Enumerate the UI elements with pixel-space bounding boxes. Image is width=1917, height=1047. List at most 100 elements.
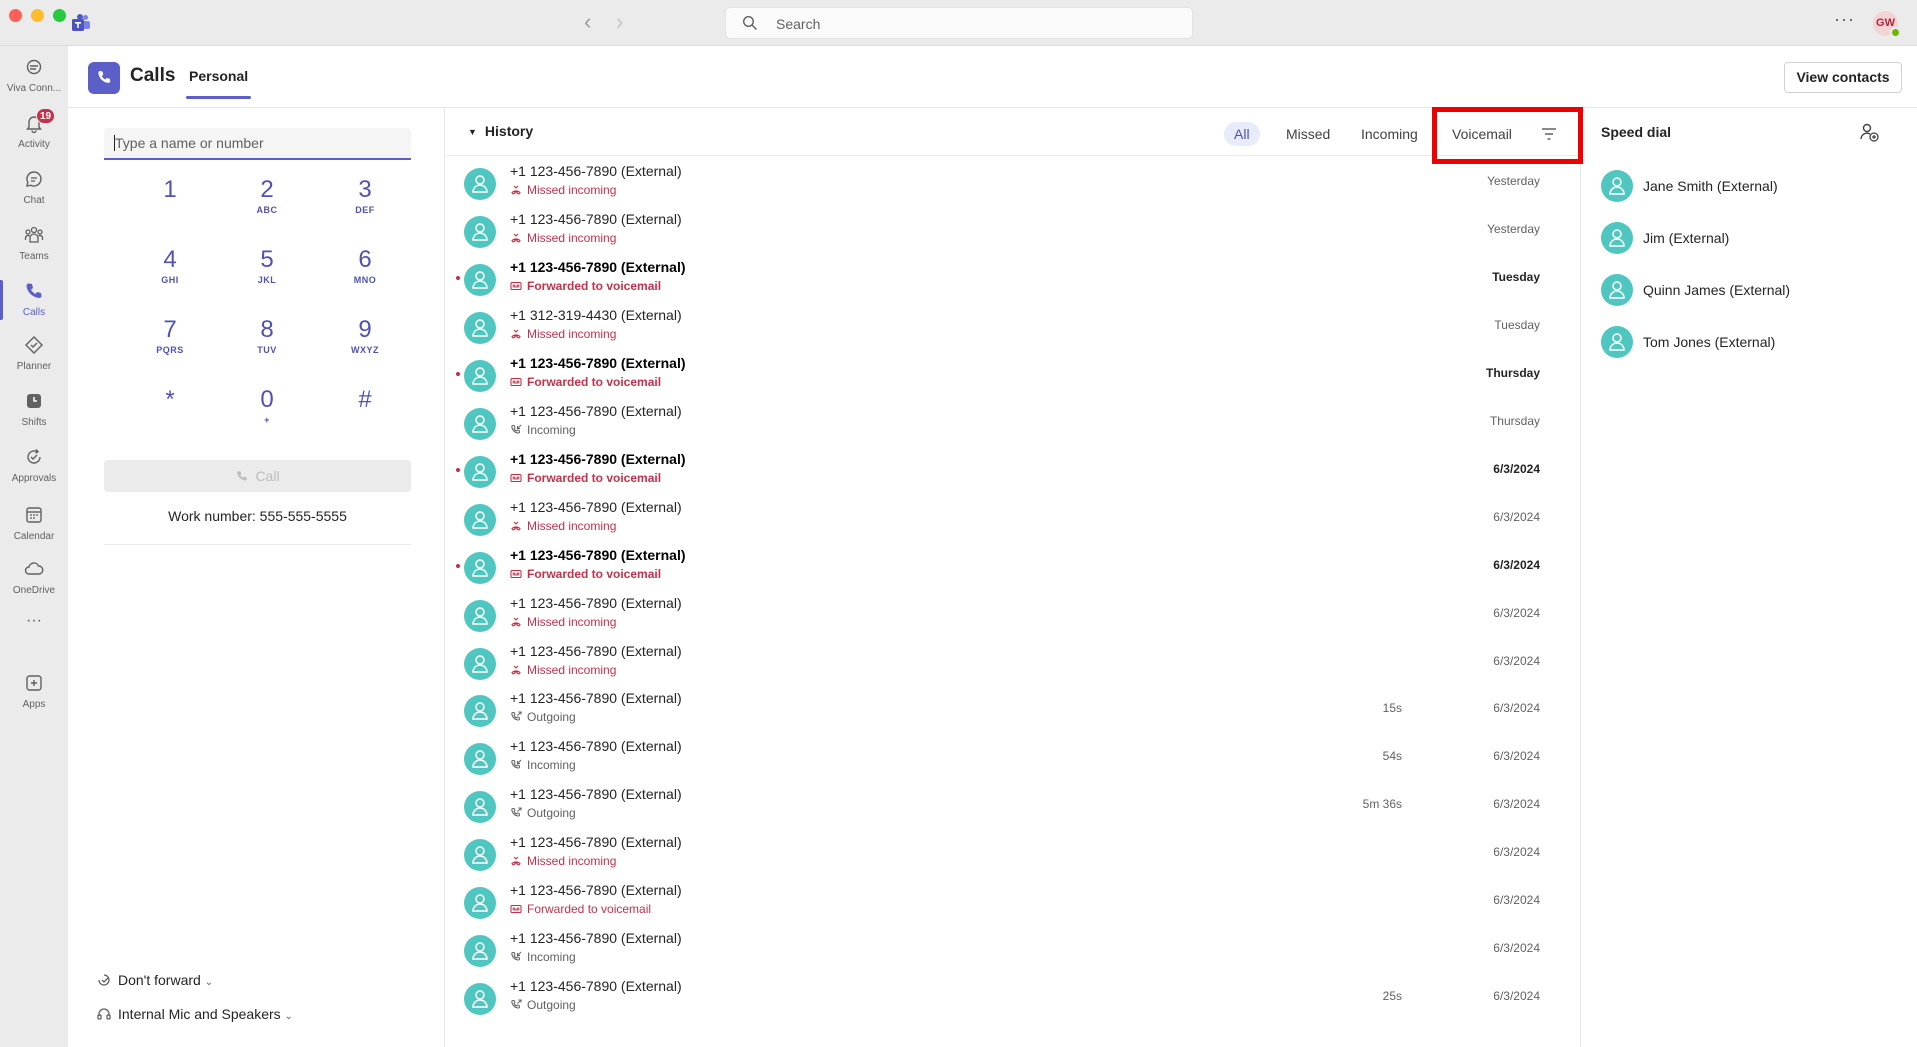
unread-dot-icon [456,275,460,280]
call-history-row[interactable]: +1 312-319-4430 (External) Missed incomin… [446,302,1580,350]
rail-item-apps[interactable]: Apps [0,666,68,720]
contact-avatar [464,551,496,584]
tab-personal[interactable]: Personal [185,68,252,99]
call-date: 6/3/2024 [1493,461,1540,476]
dial-key[interactable]: 4 GHI [130,246,210,286]
add-contact-icon[interactable] [1857,120,1881,144]
missed-call-icon [511,617,521,627]
dial-key[interactable]: 8 TUV [227,316,307,356]
filter-missed[interactable]: Missed [1286,122,1330,146]
call-history-row[interactable]: +1 123-456-7890 (External) Incoming 54s 6/3… [446,733,1580,781]
caller-name: +1 123-456-7890 (External) [510,210,682,227]
dial-key-number: * [165,386,175,413]
filter-voicemail[interactable]: Voicemail [1452,122,1512,146]
call-history-row[interactable]: +1 123-456-7890 (External) Missed incomin… [446,494,1580,542]
dial-key-number: 5 [260,246,274,273]
more-options-button[interactable]: ··· [1834,9,1855,30]
call-history-row[interactable]: +1 123-456-7890 (External) Missed incomin… [446,590,1580,638]
dial-key[interactable]: * [130,386,210,414]
calls-app-icon [88,62,120,94]
dial-key[interactable]: 7 PQRS [130,316,210,356]
call-status-text: Missed incoming [527,662,617,677]
call-history-row[interactable]: +1 123-456-7890 (External) Missed incomin… [446,158,1580,206]
call-history-row[interactable]: +1 123-456-7890 (External) Forwarded to v… [446,877,1580,925]
maximize-window-button[interactable] [53,9,66,22]
dial-key[interactable]: 5 JKL [227,246,307,286]
contact-avatar [464,407,496,440]
call-date: 6/3/2024 [1493,989,1540,1004]
caller-name: +1 312-319-4430 (External) [510,306,682,323]
rail-item-activity[interactable]: 19 Activity [0,106,68,160]
rail-item-chat[interactable]: Chat [0,162,68,216]
back-arrow-icon[interactable]: ‹ [584,10,591,34]
call-status: Forwarded to voicemail [510,902,651,916]
dial-key[interactable]: # [325,386,405,414]
dial-number-input[interactable]: Type a name or number [104,128,411,160]
speed-dial-contact[interactable]: Tom Jones (External) [1601,324,1901,360]
dial-key[interactable]: 6 MNO [325,246,405,286]
person-icon [472,942,488,960]
rail-item-calls[interactable]: Calls [0,274,68,328]
call-history-row[interactable]: +1 123-456-7890 (External) Forwarded to v… [446,254,1580,302]
call-status: Missed incoming [510,327,616,341]
dial-key-letters: DEF [355,205,375,215]
call-history-row[interactable]: +1 123-456-7890 (External) Missed incomin… [446,206,1580,254]
filter-all[interactable]: All [1224,122,1260,146]
dial-key[interactable]: 9 WXYZ [325,316,405,356]
call-button[interactable]: Call [104,460,411,492]
call-history-row[interactable]: +1 123-456-7890 (External) Forwarded to v… [446,350,1580,398]
dial-key[interactable]: 0 + [227,386,307,426]
filter-icon[interactable] [1540,126,1558,142]
person-icon [472,750,488,769]
call-history-row[interactable]: +1 123-456-7890 (External) Incoming 6/3/20… [446,925,1580,973]
dial-key[interactable]: 1 [130,176,210,204]
speed-dial-contact[interactable]: Jim (External) [1601,220,1901,256]
contact-avatar [464,647,496,680]
audio-label: Internal Mic and Speakers [118,1006,281,1022]
call-history-row[interactable]: +1 123-456-7890 (External) Outgoing 15s 6/3… [446,685,1580,733]
call-date: 6/3/2024 [1493,845,1540,860]
contact-avatar [464,791,496,824]
minimize-window-button[interactable] [31,9,44,22]
rail-item-onedrive[interactable]: OneDrive [0,552,68,606]
rail-label: Activity [18,139,50,150]
dial-key-letters: MNO [353,275,377,285]
close-window-button[interactable] [9,9,22,22]
call-status: Missed incoming [510,615,616,629]
rail-item-calendar[interactable]: Calendar [0,498,68,552]
call-history-row[interactable]: +1 123-456-7890 (External) Forwarded to v… [446,542,1580,590]
dial-key-number: 0 [260,386,274,413]
contact-name: Jim (External) [1643,230,1730,246]
filter-incoming[interactable]: Incoming [1361,122,1418,146]
presence-available-icon [1890,27,1901,38]
rail-item-shifts[interactable]: Shifts [0,384,68,438]
dial-key[interactable]: 2 ABC [227,176,307,216]
speed-dial-contact[interactable]: Quinn James (External) [1601,272,1901,308]
call-history-row[interactable]: +1 123-456-7890 (External) Outgoing 5m 36s… [446,781,1580,829]
search-box[interactable]: Search [725,7,1193,39]
forward-arrow-icon[interactable]: › [616,10,623,34]
speed-dial-contact[interactable]: Jane Smith (External) [1601,168,1901,204]
view-contacts-button[interactable]: View contacts [1784,62,1902,93]
incoming-call-icon [511,424,522,434]
call-history-row[interactable]: +1 123-456-7890 (External) Outgoing 25s 6/3… [446,973,1580,1021]
rail-item-viva-connections[interactable]: Viva Conn... [0,50,68,104]
call-forwarding-dropdown[interactable]: Don't forward ⌄ [96,972,213,988]
planner-icon [25,336,43,354]
dial-key-number: 4 [163,246,177,273]
audio-device-dropdown[interactable]: Internal Mic and Speakers ⌄ [96,1006,293,1022]
rail-item-planner[interactable]: Planner [0,328,68,382]
history-title[interactable]: ▼ History [468,123,533,139]
call-history-row[interactable]: +1 123-456-7890 (External) Forwarded to v… [446,446,1580,494]
dial-key[interactable]: 3 DEF [325,176,405,216]
call-button-label: Call [255,468,280,484]
rail-item-teams[interactable]: Teams [0,218,68,272]
rail-item-approvals[interactable]: Approvals [0,440,68,494]
caller-name: +1 123-456-7890 (External) [510,258,686,275]
user-avatar[interactable]: GW [1873,11,1901,38]
caller-name: +1 123-456-7890 (External) [510,498,682,515]
call-history-row[interactable]: +1 123-456-7890 (External) Missed incomin… [446,829,1580,877]
rail-item-more-apps[interactable]: ··· [0,606,68,660]
call-history-row[interactable]: +1 123-456-7890 (External) Incoming Thursd… [446,398,1580,446]
call-history-row[interactable]: +1 123-456-7890 (External) Missed incomin… [446,638,1580,686]
